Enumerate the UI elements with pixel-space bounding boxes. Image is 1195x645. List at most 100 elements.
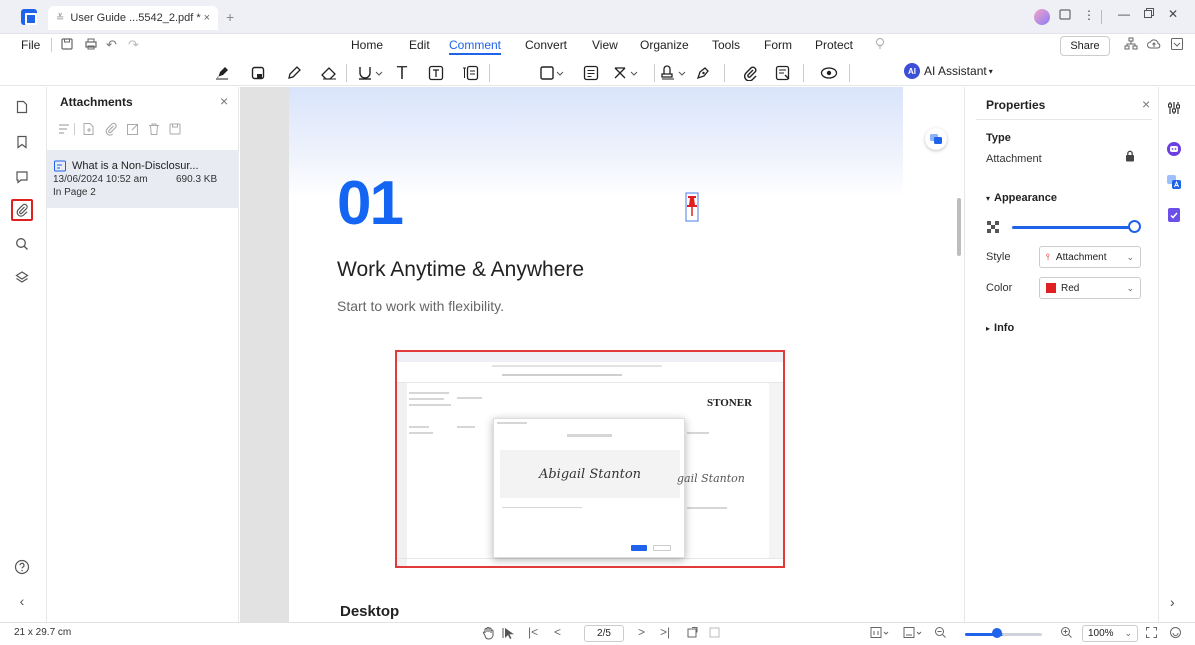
file-menu[interactable]: File: [21, 38, 40, 52]
layers-icon[interactable]: [11, 266, 33, 288]
text-box-icon[interactable]: [425, 62, 447, 84]
text-callout-icon[interactable]: [459, 62, 481, 84]
opacity-slider-track[interactable]: [1012, 226, 1132, 229]
close-properties-icon[interactable]: ×: [1142, 96, 1150, 112]
reading-mode-icon[interactable]: [1169, 626, 1182, 639]
lock-icon[interactable]: [1125, 150, 1135, 162]
zoom-in-icon[interactable]: [1060, 626, 1073, 639]
close-panel-icon[interactable]: ×: [220, 93, 228, 109]
info-section[interactable]: ▸ Info: [986, 322, 1014, 334]
menu-tools[interactable]: Tools: [712, 38, 740, 52]
collapse-right-icon[interactable]: ›: [1170, 594, 1175, 610]
search-icon[interactable]: [11, 233, 33, 255]
zoom-slider-handle[interactable]: [992, 628, 1002, 638]
next-page-icon[interactable]: >: [638, 625, 645, 639]
view-mode-icon[interactable]: [903, 626, 923, 639]
translate-icon[interactable]: [1166, 174, 1182, 190]
attachment-icon[interactable]: [739, 62, 761, 84]
pen-tool-icon[interactable]: [692, 62, 714, 84]
message-icon[interactable]: [1058, 8, 1072, 22]
close-tab-icon[interactable]: ×: [204, 12, 210, 24]
help-icon[interactable]: [11, 556, 33, 578]
first-page-icon[interactable]: |<: [528, 625, 538, 639]
restore-button[interactable]: [1143, 7, 1155, 19]
underline-icon[interactable]: [356, 62, 386, 84]
attachment-pin-icon[interactable]: [685, 192, 699, 222]
collapse-ribbon-icon[interactable]: [1170, 37, 1184, 51]
style-select[interactable]: ⫯ Attachment ⌄: [1039, 246, 1141, 268]
shape-icon[interactable]: [538, 62, 568, 84]
page-number-input[interactable]: 2/5: [584, 625, 624, 642]
close-window-button[interactable]: ✕: [1168, 7, 1178, 21]
last-page-icon[interactable]: >|: [660, 625, 670, 639]
comment-icon[interactable]: [11, 166, 33, 188]
menu-view[interactable]: View: [592, 38, 618, 52]
attach-file-icon[interactable]: [104, 122, 118, 136]
color-select[interactable]: Red ⌄: [1039, 277, 1141, 299]
zoom-slider-track[interactable]: [1002, 633, 1042, 636]
eye-icon[interactable]: [818, 62, 840, 84]
zoom-select[interactable]: 100% ⌄: [1082, 625, 1138, 642]
eraser-icon[interactable]: [318, 62, 340, 84]
page-layout-icon[interactable]: [870, 626, 890, 639]
screenshot-text: [409, 392, 449, 394]
menu-organize[interactable]: Organize: [640, 38, 689, 52]
toolbar-divider: [803, 64, 804, 82]
sort-icon[interactable]: [57, 122, 71, 136]
opacity-slider-handle[interactable]: [1128, 220, 1141, 233]
comment-list-icon[interactable]: [772, 62, 794, 84]
lightbulb-icon[interactable]: [874, 37, 886, 51]
print-icon[interactable]: [84, 37, 98, 51]
attachment-date: 13/06/2024 10:52 am: [53, 174, 148, 185]
share-button[interactable]: Share: [1060, 36, 1110, 56]
user-avatar[interactable]: [1034, 9, 1050, 25]
save-icon[interactable]: [60, 37, 74, 51]
tab-dropdown-icon[interactable]: ≚: [56, 13, 64, 24]
ai-assistant-button[interactable]: AI AI Assistant ▾: [904, 63, 993, 79]
rotate-page-icon[interactable]: [686, 626, 699, 639]
attachments-icon[interactable]: [11, 199, 33, 221]
note-icon[interactable]: [580, 62, 602, 84]
fullscreen-icon[interactable]: [1145, 626, 1158, 639]
delete-icon[interactable]: [147, 122, 161, 136]
area-highlight-icon[interactable]: [247, 62, 269, 84]
signature-icon[interactable]: [660, 62, 690, 84]
new-tab-button[interactable]: +: [226, 9, 234, 25]
sitemap-icon[interactable]: [1124, 37, 1138, 51]
menu-form[interactable]: Form: [764, 38, 792, 52]
menu-edit[interactable]: Edit: [409, 38, 430, 52]
check-document-icon[interactable]: [1166, 207, 1182, 223]
stamp-icon[interactable]: [612, 62, 642, 84]
attachment-size: 690.3 KB: [176, 174, 218, 185]
save-attachment-icon[interactable]: [168, 122, 182, 136]
properties-toggle-icon[interactable]: [1166, 100, 1182, 116]
document-tab[interactable]: ≚ User Guide ...5542_2.pdf * ×: [48, 6, 218, 30]
menu-home[interactable]: Home: [351, 38, 383, 52]
pencil-icon[interactable]: [283, 62, 305, 84]
menu-convert[interactable]: Convert: [525, 38, 567, 52]
cloud-upload-icon[interactable]: [1147, 37, 1161, 51]
fit-page-icon[interactable]: [708, 626, 721, 639]
page-thumbnail-icon[interactable]: [11, 96, 33, 118]
ai-chat-icon[interactable]: [1166, 141, 1182, 157]
add-attachment-icon[interactable]: [82, 122, 96, 136]
text-icon[interactable]: T: [391, 62, 413, 84]
appearance-section[interactable]: ▾ Appearance: [986, 192, 1057, 204]
select-tool-icon[interactable]: [502, 626, 515, 640]
attachments-title: Attachments: [60, 95, 133, 109]
bookmark-icon[interactable]: [11, 131, 33, 153]
collapse-left-icon[interactable]: ‹: [11, 590, 33, 612]
undo-icon[interactable]: ↶: [106, 37, 117, 53]
more-options-icon[interactable]: ⋮: [1083, 8, 1095, 22]
doc-ai-float-button[interactable]: [925, 128, 947, 150]
minimize-button[interactable]: —: [1118, 7, 1130, 21]
hand-tool-icon[interactable]: [482, 626, 495, 640]
menu-comment[interactable]: Comment: [449, 38, 502, 55]
highlight-icon[interactable]: [211, 62, 233, 84]
redo-icon[interactable]: ↷: [128, 37, 139, 53]
edit-attachment-icon[interactable]: [126, 122, 140, 136]
zoom-out-icon[interactable]: [934, 626, 947, 639]
document-scrollbar[interactable]: [957, 198, 961, 256]
menu-protect[interactable]: Protect: [815, 38, 853, 52]
previous-page-icon[interactable]: <: [554, 625, 561, 639]
